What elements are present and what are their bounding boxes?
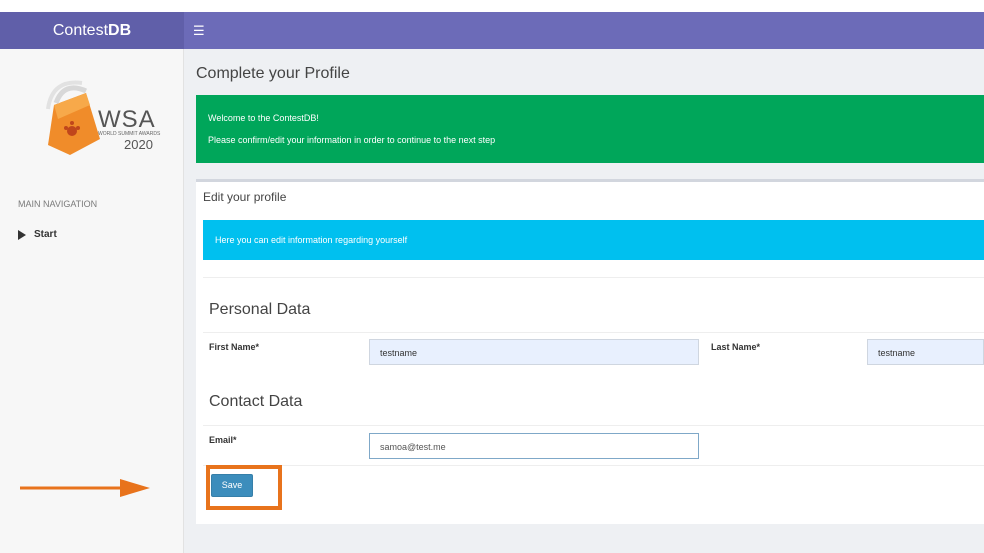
- first-name-label: First Name*: [209, 342, 260, 352]
- email-label: Email*: [209, 435, 237, 445]
- last-name-label: Last Name*: [711, 342, 761, 352]
- page-title: Complete your Profile: [196, 65, 350, 82]
- divider: [203, 425, 984, 426]
- profile-box: Edit your profile Here you can edit info…: [196, 179, 984, 524]
- email-field[interactable]: samoa@test.me: [369, 433, 699, 459]
- logo-wsa-text: WSA: [98, 106, 156, 133]
- divider: [203, 332, 984, 333]
- sidebar-item-label: Start: [34, 229, 57, 240]
- info-alert: Here you can edit information regarding …: [203, 220, 984, 260]
- sidebar-item-start[interactable]: Start: [18, 229, 57, 240]
- logo-year: 2020: [124, 137, 153, 152]
- page: ContestDB ☰ WSA WORLD SUMMIT AWARDS 2020…: [0, 0, 984, 553]
- brand-logo[interactable]: ContestDB: [0, 12, 184, 49]
- last-name-field[interactable]: testname: [867, 339, 984, 365]
- welcome-line-1: Welcome to the ContestDB!: [208, 113, 319, 123]
- arrow-annotation-icon: [20, 479, 150, 497]
- first-name-field[interactable]: testname: [369, 339, 699, 365]
- hamburger-icon[interactable]: ☰: [193, 12, 205, 49]
- personal-data-heading: Personal Data: [209, 301, 311, 318]
- contact-data-heading: Contact Data: [209, 393, 303, 410]
- box-title: Edit your profile: [203, 190, 287, 204]
- nav-header: MAIN NAVIGATION: [18, 199, 98, 209]
- welcome-line-2: Please confirm/edit your information in …: [208, 135, 496, 145]
- save-button[interactable]: Save: [211, 474, 253, 497]
- top-navbar: ContestDB ☰: [0, 12, 984, 49]
- divider: [203, 277, 984, 278]
- brand-suffix: DB: [108, 22, 132, 39]
- wsa-logo: WSA WORLD SUMMIT AWARDS 2020: [46, 80, 161, 155]
- brand-prefix: Contest: [52, 22, 109, 39]
- play-triangle-icon: [18, 229, 26, 240]
- divider: [203, 465, 984, 466]
- welcome-alert: Welcome to the ContestDB! Please confirm…: [196, 95, 984, 163]
- main-content: Complete your Profile Welcome to the Con…: [184, 49, 984, 553]
